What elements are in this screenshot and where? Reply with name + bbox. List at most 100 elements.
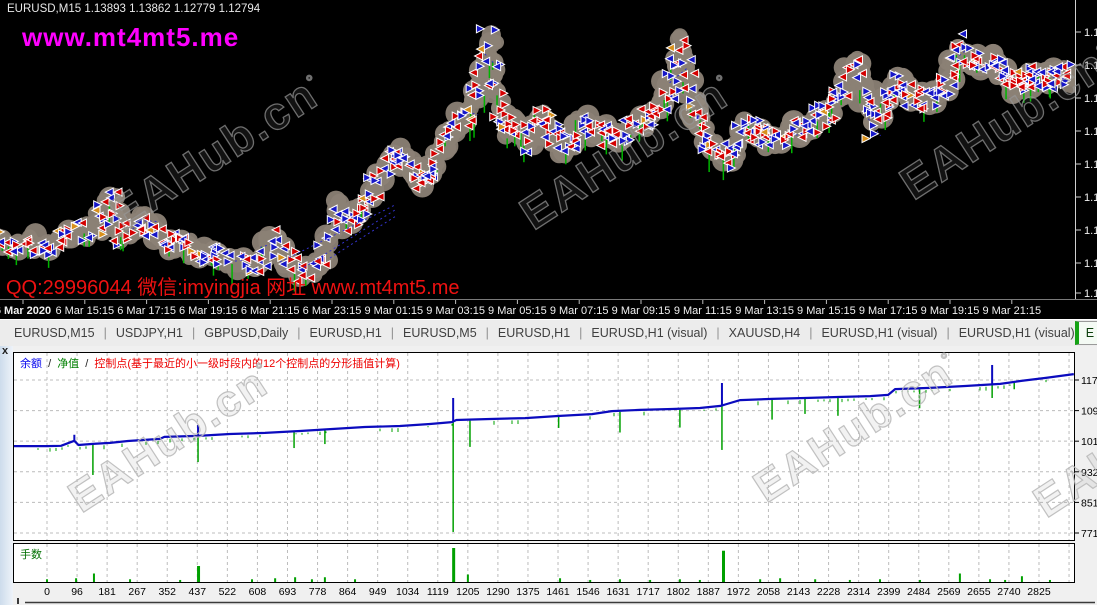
tab-separator: | <box>579 326 582 340</box>
x-axis-label: 1205 <box>456 586 480 598</box>
tester-side-strip <box>0 346 13 605</box>
mt4-window: 1.141.141.141.141.131.131.131.131.126 Ma… <box>0 0 1097 605</box>
x-axis-label: 2314 <box>847 586 871 598</box>
price-axis-label: 1.13 <box>1084 225 1097 237</box>
legend-equity: 净值 <box>57 358 79 370</box>
x-axis-label: 1034 <box>396 586 420 598</box>
x-axis-label: 864 <box>339 586 357 598</box>
x-axis-label: 96 <box>71 586 83 598</box>
watermark-red: QQ:29996044 微信:imyingjia 网址 www.mt4mt5.m… <box>6 271 460 300</box>
x-axis-label: 2228 <box>817 586 841 598</box>
tab-usdjpy-h1[interactable]: USDJPY,H1 <box>116 326 183 340</box>
time-axis-label: 9 Mar 13:15 <box>735 305 794 317</box>
x-axis-label: 1546 <box>576 586 600 598</box>
time-axis-label: 6 Mar 23:15 <box>303 305 362 317</box>
y-axis-label: 1013 <box>1081 436 1097 448</box>
x-axis-label: 1119 <box>427 586 449 598</box>
time-axis-label: 9 Mar 05:15 <box>488 305 547 317</box>
price-axis-label: 1.14 <box>1084 27 1097 39</box>
tab-xauusd-h4[interactable]: XAUUSD,H4 <box>729 326 801 340</box>
price-axis-label: 1.14 <box>1084 93 1097 105</box>
price-axis-label: 1.13 <box>1084 192 1097 204</box>
tab-eurusd-h1-visual-[interactable]: EURUSD,H1 (visual) <box>821 326 937 340</box>
x-axis-label: 1375 <box>516 586 540 598</box>
chart-title-ohlc: EURUSD,M15 1.13893 1.13862 1.12779 1.127… <box>7 3 260 15</box>
balance-panel[interactable] <box>14 353 1075 541</box>
x-axis-label: 1802 <box>667 586 691 598</box>
x-axis-label: 352 <box>158 586 176 598</box>
x-axis-label: 1631 <box>606 586 630 598</box>
tab-separator: | <box>297 326 300 340</box>
time-axis-label: 6 Mar 19:15 <box>179 305 238 317</box>
tab-eurusd-h1[interactable]: EURUSD,H1 <box>310 326 382 340</box>
tab-separator: | <box>391 326 394 340</box>
tab-gbpusd-daily[interactable]: GBPUSD,Daily <box>204 326 288 340</box>
x-axis-label: 2740 <box>997 586 1021 598</box>
x-axis-label: 1461 <box>546 586 570 598</box>
tab-eurusd-m15[interactable]: EURUSD,M15 <box>14 326 95 340</box>
price-axis-label: 1.13 <box>1084 258 1097 270</box>
candlestick-chart-panel[interactable]: 1.141.141.141.141.131.131.131.131.126 Ma… <box>0 0 1097 319</box>
x-axis-label: 949 <box>369 586 387 598</box>
cluster-halos <box>0 25 1083 287</box>
close-icon[interactable]: x <box>2 346 8 357</box>
y-axis-label: 7710 <box>1081 528 1097 540</box>
x-axis-label: 437 <box>189 586 207 598</box>
time-axis-label: 9 Mar 01:15 <box>364 305 423 317</box>
x-axis-label: 2399 <box>877 586 901 598</box>
price-axis-label: 1.14 <box>1084 60 1097 72</box>
tab-eurusd-h1-visual-[interactable]: EURUSD,H1 (visual) <box>591 326 707 340</box>
x-axis-label: 2484 <box>907 586 931 598</box>
time-axis-label: 9 Mar 17:15 <box>859 305 918 317</box>
x-axis-label: 1972 <box>727 586 751 598</box>
chart-tabs: EURUSD,M15 | USDJPY,H1 | GBPUSD,Daily | EURUSD… <box>14 326 1075 340</box>
legend-balance: 余额 <box>20 358 42 370</box>
lots-panel-label: 手数 <box>20 546 42 562</box>
price-axis-label: 1.14 <box>1084 126 1097 138</box>
tab-active-label: E <box>1086 326 1094 340</box>
tester-graph-canvas[interactable]: 1174 1093 1013 9324 8517 7710 0 96 181 267 352 437 5… <box>0 346 1097 605</box>
lots-panel[interactable] <box>14 544 1075 583</box>
x-axis-label: 608 <box>249 586 267 598</box>
y-axis-label: 1174 <box>1081 375 1097 387</box>
x-axis-label: 2058 <box>757 586 781 598</box>
tab-separator: | <box>946 326 949 340</box>
price-cluster-band <box>0 25 1083 292</box>
x-axis-label: 1717 <box>637 586 661 598</box>
y-axis-label: 9324 <box>1081 467 1097 479</box>
tester-graph-panel: 1174 1093 1013 9324 8517 7710 0 96 181 267 352 437 5… <box>0 346 1097 605</box>
watermark-magenta: www.mt4mt5.me <box>22 22 239 53</box>
legend-separator: / <box>48 358 51 370</box>
x-axis-label: 2143 <box>787 586 811 598</box>
time-axis-label: 9 Mar 15:15 <box>797 305 856 317</box>
tab-separator: | <box>809 326 812 340</box>
tab-eurusd-h1[interactable]: EURUSD,H1 <box>498 326 570 340</box>
tab-separator: | <box>716 326 719 340</box>
time-axis-label: 6 Mar 2020 <box>0 305 51 317</box>
time-axis-label: 9 Mar 21:15 <box>982 305 1041 317</box>
tab-active-eurusd[interactable]: E <box>1075 321 1097 345</box>
x-axis-label: 267 <box>128 586 146 598</box>
time-axis-label: 9 Mar 09:15 <box>612 305 671 317</box>
time-axis-label: 9 Mar 19:15 <box>921 305 980 317</box>
tab-eurusd-m5[interactable]: EURUSD,M5 <box>403 326 477 340</box>
tester-legend: 余额 / 净值 / 控制点(基于最近的小一级时段内的12个控制点的分形插值计算) <box>20 355 400 371</box>
y-axis-label: 1093 <box>1081 406 1097 418</box>
x-axis-label: 693 <box>279 586 297 598</box>
time-axis-label: 9 Mar 03:15 <box>426 305 485 317</box>
time-axis-label: 6 Mar 21:15 <box>241 305 300 317</box>
legend-separator: / <box>85 358 88 370</box>
y-axis-label: 8517 <box>1081 497 1097 509</box>
x-axis-label: 0 <box>44 586 50 598</box>
time-axis-label: 6 Mar 15:15 <box>55 305 114 317</box>
trade-arrows <box>0 25 1075 286</box>
time-axis-label: 9 Mar 07:15 <box>550 305 609 317</box>
tab-separator: | <box>104 326 107 340</box>
tab-separator: | <box>486 326 489 340</box>
x-axis-label: 1290 <box>486 586 510 598</box>
tab-eurusd-h1-visual-[interactable]: EURUSD,H1 (visual) <box>959 326 1075 340</box>
price-axis-label: 1.12 <box>1084 288 1097 300</box>
x-axis-label: 522 <box>219 586 237 598</box>
time-axis-label: 6 Mar 17:15 <box>117 305 176 317</box>
x-axis-label: 181 <box>98 586 116 598</box>
